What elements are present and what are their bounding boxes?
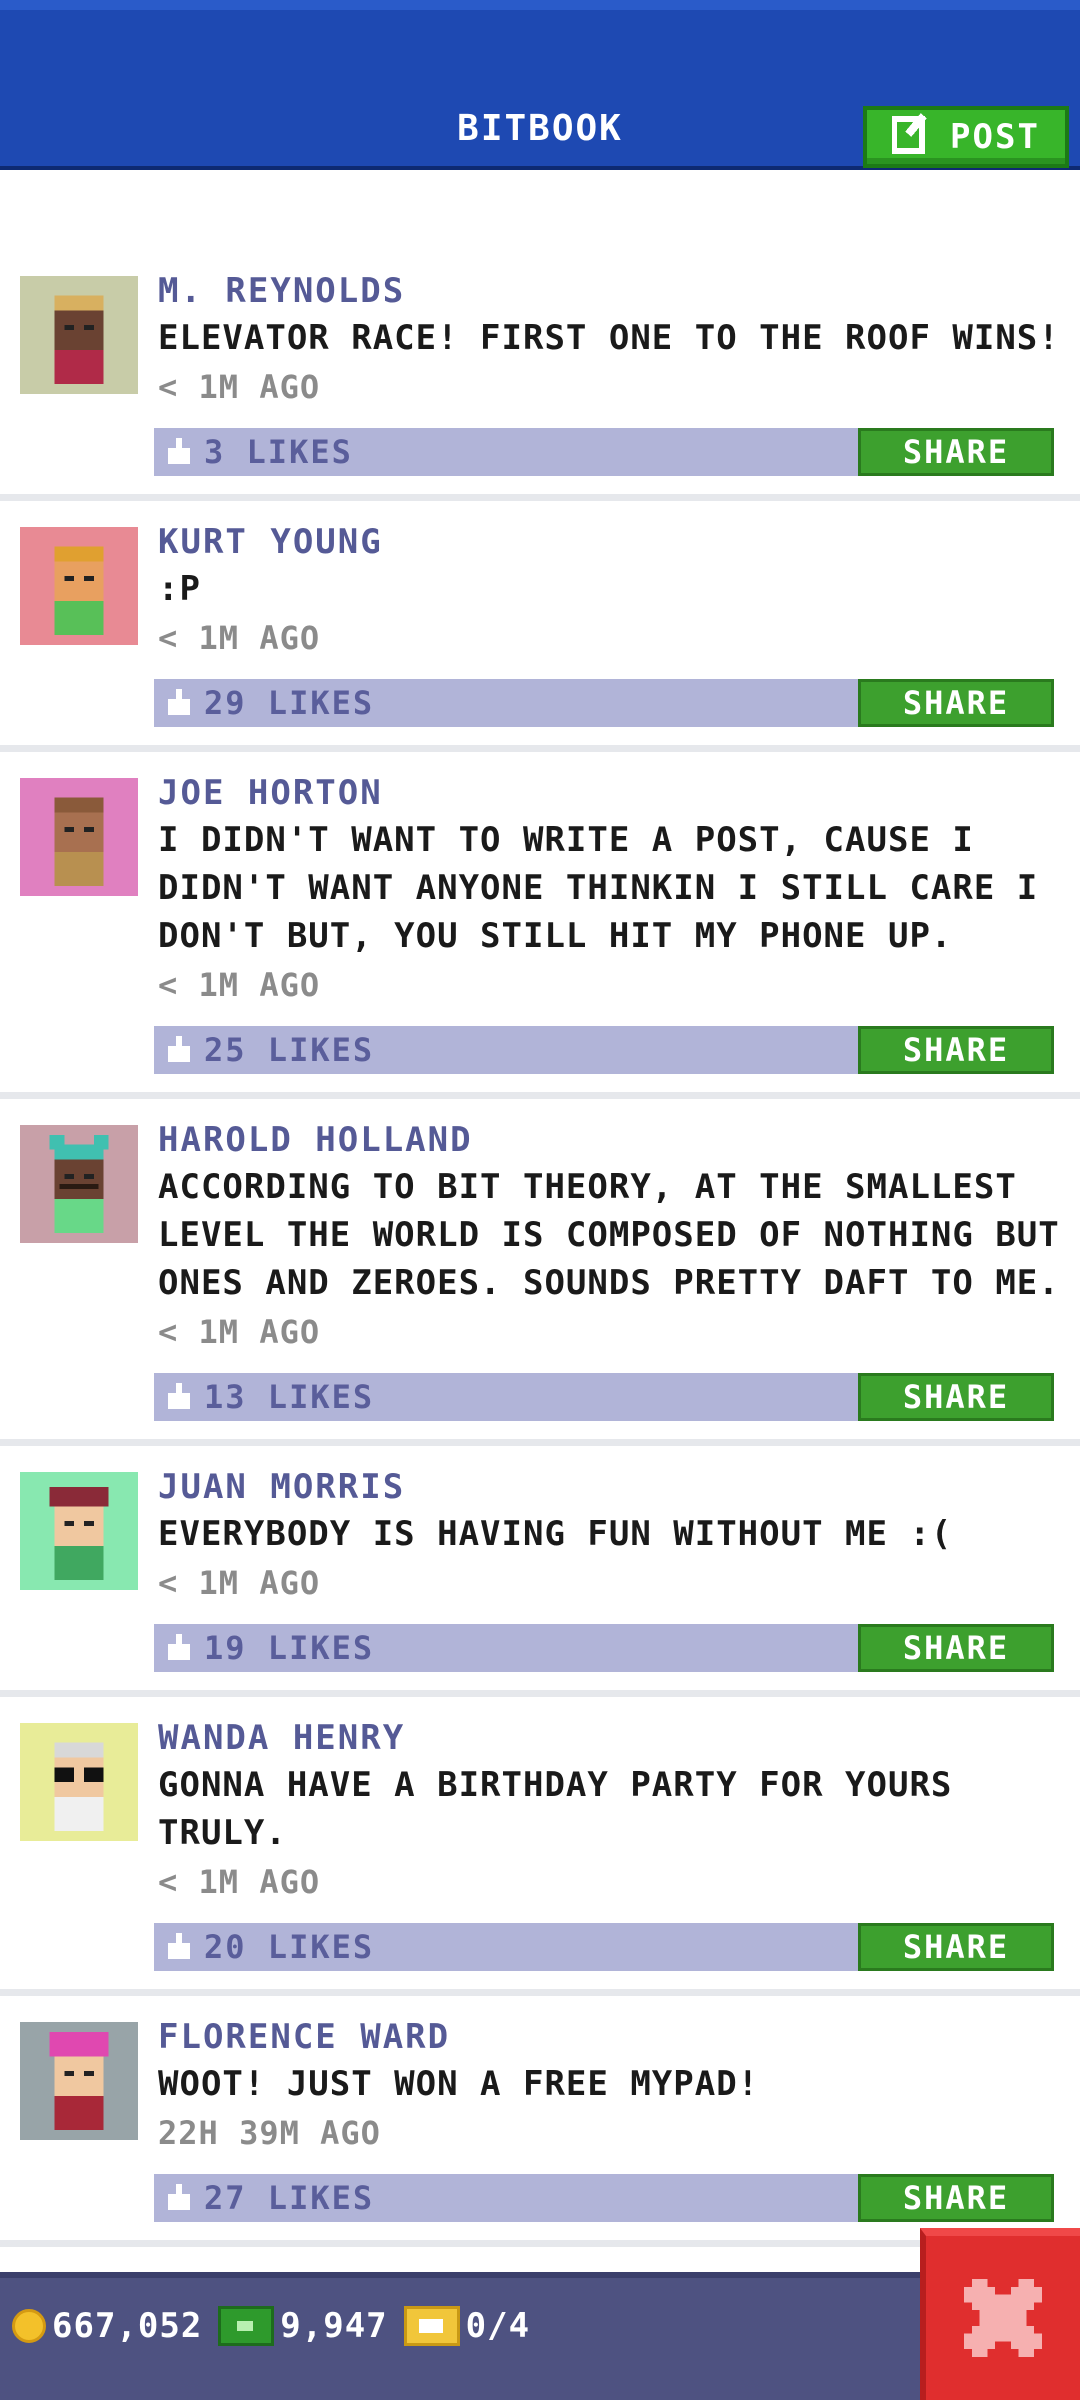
thumbs-up-icon xyxy=(168,438,190,464)
likes-count: 20 LIKES xyxy=(204,1928,375,1966)
tickets-value: 0/4 xyxy=(465,2306,531,2346)
post-author[interactable]: JUAN MORRIS xyxy=(158,1464,1066,1510)
cash-icon xyxy=(218,2306,275,2346)
post-message: WOOT! JUST WON A FREE MYPAD! xyxy=(158,2064,760,2104)
ticket-icon xyxy=(403,2306,460,2346)
likes-bar: 19 LIKES SHARE xyxy=(154,1624,1054,1672)
likes-count: 25 LIKES xyxy=(204,1031,375,1069)
share-button[interactable]: SHARE xyxy=(858,1373,1054,1421)
post-message: EVERYBODY IS HAVING FUN WITHOUT ME :( xyxy=(158,1514,953,1554)
feed-post: JUAN MORRIS EVERYBODY IS HAVING FUN WITH… xyxy=(0,1446,1080,1697)
avatar[interactable] xyxy=(20,276,138,394)
avatar[interactable] xyxy=(20,1723,138,1841)
close-button[interactable] xyxy=(920,2228,1080,2400)
post-button-label: POST xyxy=(950,117,1040,157)
post-time: < 1M AGO xyxy=(158,1863,321,1901)
likes-count: 29 LIKES xyxy=(204,684,375,722)
feed-post: KURT YOUNG :P < 1M AGO 29 LIKES SHARE xyxy=(0,501,1080,752)
post-time: < 1M AGO xyxy=(158,1313,321,1351)
share-button[interactable]: SHARE xyxy=(858,1026,1054,1074)
coins-counter: 667,052 xyxy=(12,2306,202,2346)
bux-counter: 9,947 xyxy=(218,2306,387,2346)
likes-bar: 3 LIKES SHARE xyxy=(154,428,1054,476)
coins-value: 667,052 xyxy=(52,2306,203,2346)
likes-bar: 13 LIKES SHARE xyxy=(154,1373,1054,1421)
thumbs-up-icon xyxy=(168,1036,190,1062)
post-author[interactable]: KURT YOUNG xyxy=(158,519,1066,565)
post-author[interactable]: HAROLD HOLLAND xyxy=(158,1117,1066,1163)
feed-post: HAROLD HOLLAND ACCORDING TO BIT THEORY, … xyxy=(0,1099,1080,1446)
post-author[interactable]: WANDA HENRY xyxy=(158,1715,1066,1761)
likes-count: 19 LIKES xyxy=(204,1629,375,1667)
post-message: :P xyxy=(158,569,201,609)
likes-bar: 25 LIKES SHARE xyxy=(154,1026,1054,1074)
post-time: < 1M AGO xyxy=(158,1564,321,1602)
post-message: ELEVATOR RACE! FIRST ONE TO THE ROOF WIN… xyxy=(158,318,1060,358)
share-button[interactable]: SHARE xyxy=(858,1923,1054,1971)
likes-bar: 20 LIKES SHARE xyxy=(154,1923,1054,1971)
thumbs-up-icon xyxy=(168,2184,190,2210)
feed-post: JOE HORTON I DIDN'T WANT TO WRITE A POST… xyxy=(0,752,1080,1099)
share-button[interactable]: SHARE xyxy=(858,2174,1054,2222)
bux-value: 9,947 xyxy=(280,2306,388,2346)
tickets-counter: 0/4 xyxy=(403,2306,531,2346)
post-message: I DIDN'T WANT TO WRITE A POST, CAUSE I D… xyxy=(158,820,1039,956)
post-message: GONNA HAVE A BIRTHDAY PARTY FOR YOURS TR… xyxy=(158,1765,953,1853)
thumbs-up-icon xyxy=(168,1933,190,1959)
likes-bar: 27 LIKES SHARE xyxy=(154,2174,1054,2222)
post-author[interactable]: FLORENCE WARD xyxy=(158,2014,1066,2060)
share-button[interactable]: SHARE xyxy=(858,1624,1054,1672)
thumbs-up-icon xyxy=(168,689,190,715)
avatar[interactable] xyxy=(20,2022,138,2140)
compose-icon xyxy=(891,111,936,164)
avatar[interactable] xyxy=(20,778,138,896)
post-time: 22H 39M AGO xyxy=(158,2114,381,2152)
currency-bar: 667,052 9,947 0/4 xyxy=(0,2272,1080,2400)
thumbs-up-icon xyxy=(168,1383,190,1409)
post-message: ACCORDING TO BIT THEORY, AT THE SMALLEST… xyxy=(158,1167,1060,1303)
likes-count: 3 LIKES xyxy=(204,433,353,471)
post-author[interactable]: M. REYNOLDS xyxy=(158,268,1066,314)
post-time: < 1M AGO xyxy=(158,368,321,406)
avatar[interactable] xyxy=(20,527,138,645)
post-author[interactable]: JOE HORTON xyxy=(158,770,1066,816)
post-time: < 1M AGO xyxy=(158,966,321,1004)
feed-list[interactable]: M. REYNOLDS ELEVATOR RACE! FIRST ONE TO … xyxy=(0,250,1080,2247)
likes-count: 13 LIKES xyxy=(204,1378,375,1416)
avatar[interactable] xyxy=(20,1472,138,1590)
post-button[interactable]: POST xyxy=(863,106,1069,168)
post-time: < 1M AGO xyxy=(158,619,321,657)
likes-bar: 29 LIKES SHARE xyxy=(154,679,1054,727)
feed-post: FLORENCE WARD WOOT! JUST WON A FREE MYPA… xyxy=(0,1996,1080,2247)
thumbs-up-icon xyxy=(168,1634,190,1660)
avatar[interactable] xyxy=(20,1125,138,1243)
coin-icon xyxy=(12,2309,46,2343)
close-icon xyxy=(964,2279,1042,2357)
feed-post: WANDA HENRY GONNA HAVE A BIRTHDAY PARTY … xyxy=(0,1697,1080,1996)
top-bar: BITBOOK POST xyxy=(0,0,1080,170)
share-button[interactable]: SHARE xyxy=(858,679,1054,727)
share-button[interactable]: SHARE xyxy=(858,428,1054,476)
feed-post: M. REYNOLDS ELEVATOR RACE! FIRST ONE TO … xyxy=(0,250,1080,501)
likes-count: 27 LIKES xyxy=(204,2179,375,2217)
